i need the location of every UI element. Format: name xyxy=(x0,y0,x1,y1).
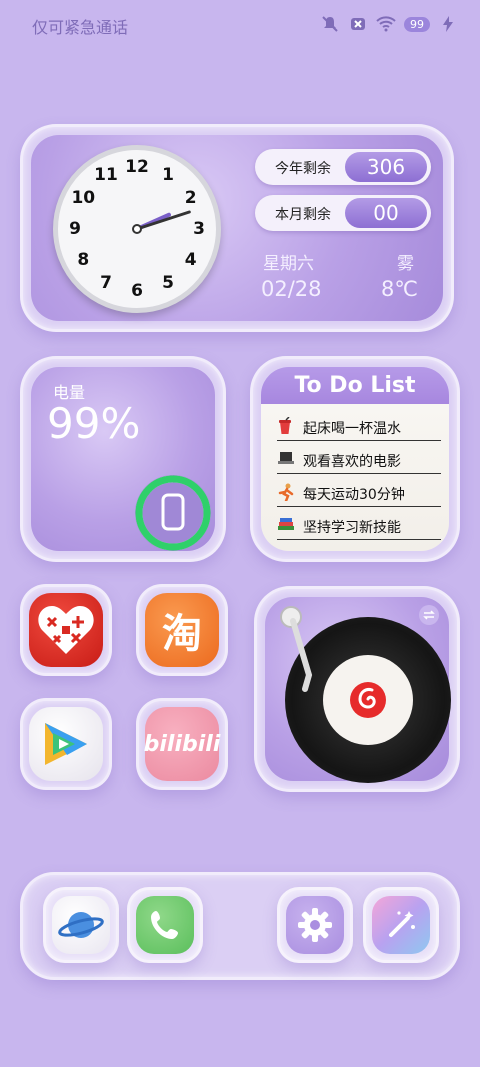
laptop-icon xyxy=(277,450,295,468)
minute-hand xyxy=(135,210,191,231)
mute-icon xyxy=(320,14,340,34)
todo-item[interactable]: 每天运动30分钟 xyxy=(277,481,441,507)
carrier-text: 仅可紧急通话 xyxy=(32,18,129,37)
todo-item-text: 起床喝一杯温水 xyxy=(303,421,401,437)
date: 02/28 xyxy=(261,277,322,301)
browser-app[interactable] xyxy=(43,887,119,963)
weather: 雾 xyxy=(397,254,414,274)
heart-grid-icon xyxy=(38,606,94,654)
todo-item-text: 观看喜欢的电影 xyxy=(303,454,401,470)
clock-widget[interactable]: 12 1 2 3 4 5 6 7 8 9 10 11 今年剩余 306 本月剩余 00 星期六 雾 0… xyxy=(20,124,454,332)
themes-app[interactable] xyxy=(363,887,439,963)
phone-icon xyxy=(151,911,178,939)
year-remaining-value: 306 xyxy=(345,152,427,182)
analog-clock: 12 1 2 3 4 5 6 7 8 9 10 11 xyxy=(53,145,221,313)
weekday: 星期六 xyxy=(263,254,314,274)
year-remaining-label: 今年剩余 xyxy=(275,161,331,177)
drink-cup-icon xyxy=(277,416,295,435)
tencent-video-app[interactable] xyxy=(20,698,112,790)
year-remaining: 今年剩余 306 xyxy=(255,149,431,185)
status-bar: 仅可紧急通话 99 xyxy=(0,0,480,50)
play-icon xyxy=(45,723,87,765)
magic-wand-icon xyxy=(389,911,415,937)
status-icons: 99 xyxy=(320,14,458,34)
todo-item[interactable]: 起床喝一杯温水 xyxy=(277,415,441,441)
month-remaining: 本月剩余 00 xyxy=(255,195,431,231)
tao-character-icon: 淘 xyxy=(162,611,202,657)
battery-value: 99% xyxy=(47,399,141,448)
dock xyxy=(20,872,460,980)
temperature: 8℃ xyxy=(381,277,418,301)
battery-widget[interactable]: 电量 99% xyxy=(20,356,226,562)
books-icon xyxy=(277,516,295,534)
battery-icon: 99 xyxy=(404,16,430,32)
switch-icon[interactable] xyxy=(419,605,439,625)
todo-item-text: 每天运动30分钟 xyxy=(303,487,405,503)
month-remaining-label: 本月剩余 xyxy=(275,207,331,223)
planet-icon xyxy=(58,912,104,938)
battery-ring xyxy=(131,471,215,555)
todo-item[interactable]: 坚持学习新技能 xyxy=(277,514,441,540)
taobao-app[interactable]: 淘 xyxy=(136,584,228,676)
bilibili-logo: bilibili xyxy=(143,731,221,757)
music-widget[interactable] xyxy=(254,586,460,792)
sim-off-icon xyxy=(348,14,368,34)
todo-title: To Do List xyxy=(294,373,416,398)
phone-app[interactable] xyxy=(127,887,203,963)
charging-icon xyxy=(438,14,458,34)
gear-icon xyxy=(298,908,332,942)
pinduoduo-app[interactable] xyxy=(20,584,112,676)
runner-icon xyxy=(277,483,295,503)
tonearm xyxy=(280,606,313,692)
bilibili-app[interactable]: bilibili xyxy=(136,698,228,790)
wifi-icon xyxy=(376,14,396,34)
todo-widget[interactable]: To Do List 起床喝一杯温水 观看喜欢的电影 每天运动30分钟 坚持学习… xyxy=(250,356,460,562)
todo-item[interactable]: 观看喜欢的电影 xyxy=(277,448,441,474)
todo-item-text: 坚持学习新技能 xyxy=(303,520,401,536)
settings-app[interactable] xyxy=(277,887,353,963)
netease-music-icon xyxy=(350,682,386,718)
month-remaining-value: 00 xyxy=(345,198,427,228)
